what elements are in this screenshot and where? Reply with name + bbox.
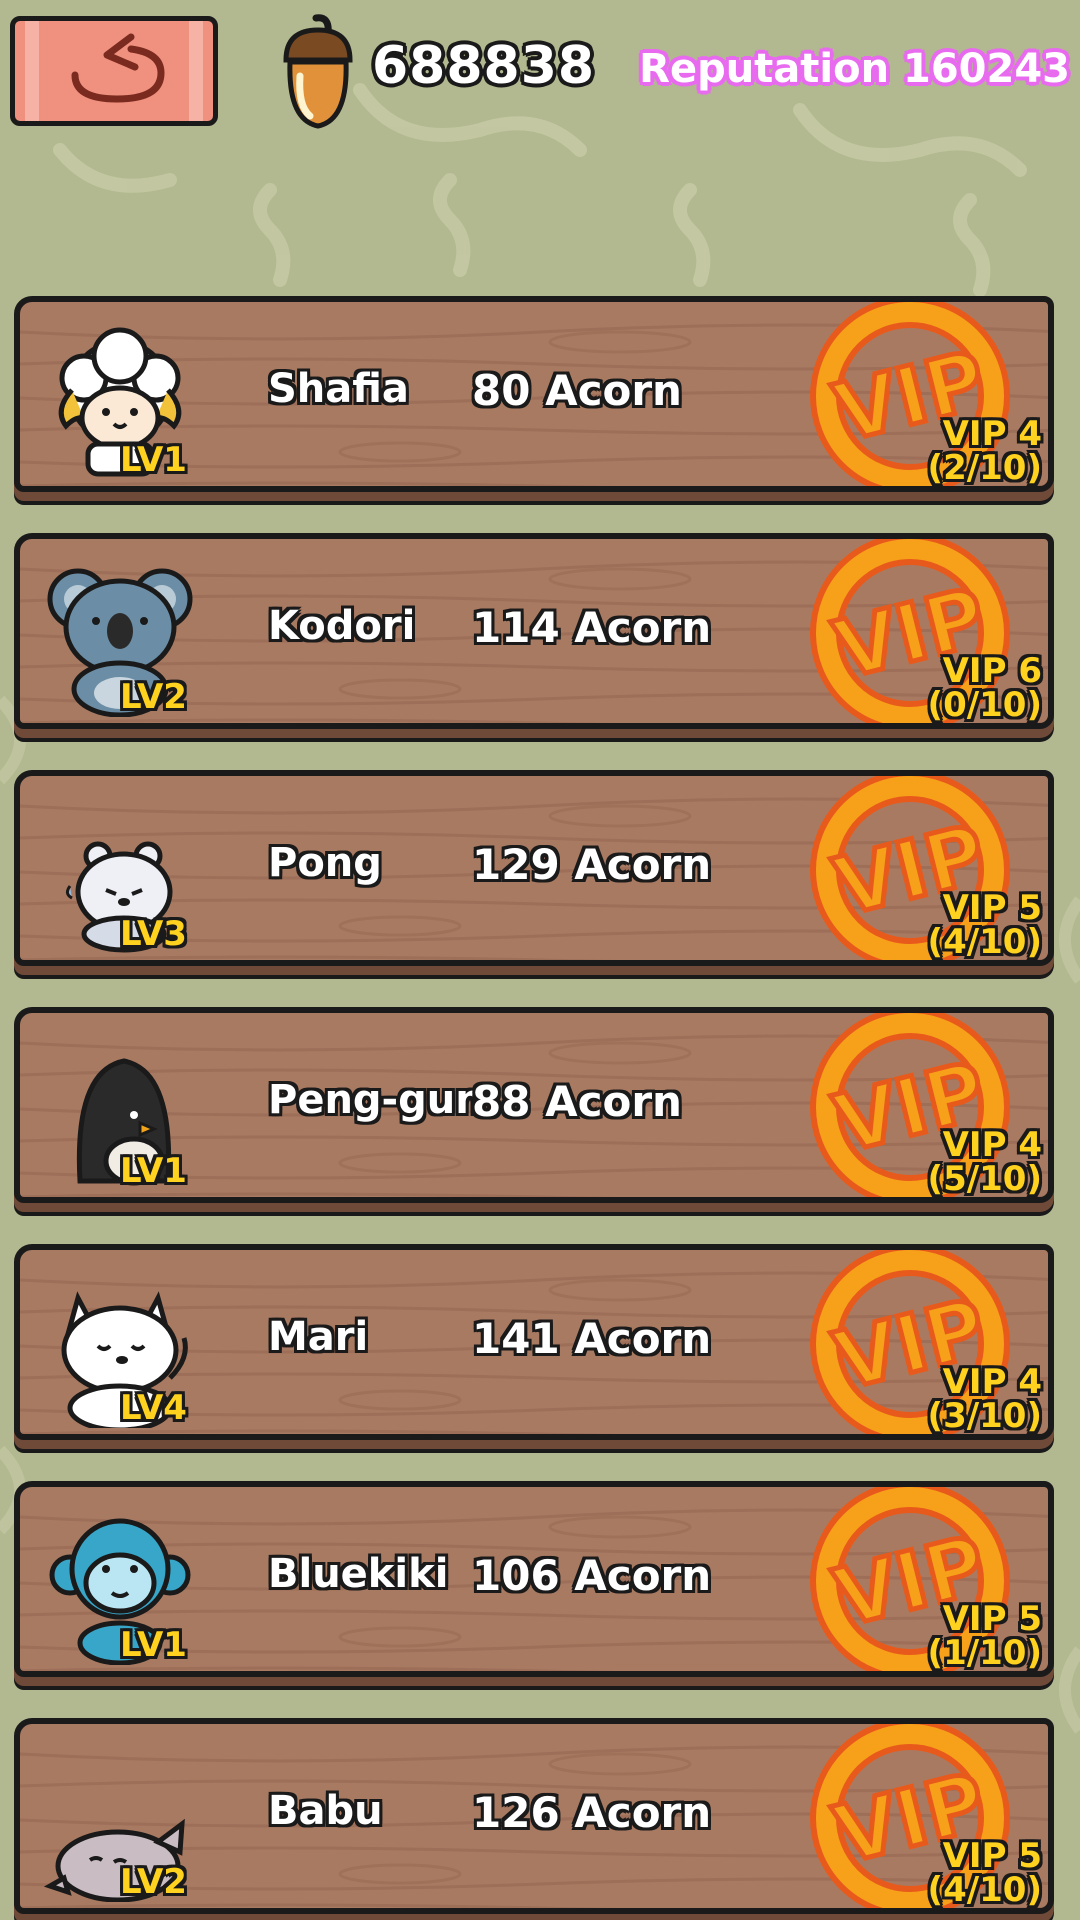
customer-name: Bluekiki xyxy=(268,1551,449,1597)
reputation-label: Reputation 160243 xyxy=(639,46,1070,92)
customer-row[interactable]: LV1 Bluekiki 106 Acorn VIP VIP 5 (1/10) xyxy=(14,1481,1054,1677)
customer-row[interactable]: LV3 Pong 129 Acorn VIP VIP 5 (4/10) xyxy=(14,770,1054,966)
customer-name: Peng-gun xyxy=(268,1077,484,1123)
button-stripe xyxy=(25,21,39,121)
customer-row[interactable]: LV1 Shafia 80 Acorn VIP VIP 4 (2/10) xyxy=(14,296,1054,492)
customer-acorn-amount: 129 Acorn xyxy=(472,840,712,889)
customer-level: LV1 xyxy=(120,1625,187,1665)
vip-progress: (2/10) xyxy=(927,448,1042,488)
customer-acorn-amount: 114 Acorn xyxy=(472,603,712,652)
customer-name: Babu xyxy=(268,1788,383,1834)
customer-row[interactable]: LV4 Mari 141 Acorn VIP VIP 4 (3/10) xyxy=(14,1244,1054,1440)
customer-row[interactable]: LV1 Peng-gun 88 Acorn VIP VIP 4 (5/10) xyxy=(14,1007,1054,1203)
customer-row[interactable]: LV2 Kodori 114 Acorn VIP VIP 6 (0/10) xyxy=(14,533,1054,729)
customer-acorn-amount: 88 Acorn xyxy=(472,1077,682,1126)
vip-progress: (5/10) xyxy=(927,1159,1042,1199)
acorn-icon xyxy=(283,14,353,129)
vip-progress: (4/10) xyxy=(927,922,1042,962)
customer-level: LV2 xyxy=(120,677,187,717)
vip-progress: (3/10) xyxy=(927,1396,1042,1436)
customer-row[interactable]: LV2 Babu 126 Acorn VIP VIP 5 (4/10) xyxy=(14,1718,1054,1914)
customer-acorn-amount: 141 Acorn xyxy=(472,1314,712,1363)
customer-name: Pong xyxy=(268,840,382,886)
customer-name: Kodori xyxy=(268,603,416,649)
customer-level: LV2 xyxy=(120,1862,187,1902)
customer-acorn-amount: 106 Acorn xyxy=(472,1551,712,1600)
customer-level: LV1 xyxy=(120,440,187,480)
customer-acorn-amount: 126 Acorn xyxy=(472,1788,712,1837)
customer-level: LV3 xyxy=(120,914,187,954)
vip-progress: (4/10) xyxy=(927,1870,1042,1910)
vip-progress: (0/10) xyxy=(927,685,1042,725)
acorn-count: 688838 xyxy=(372,36,596,96)
back-button[interactable] xyxy=(10,16,218,126)
customer-level: LV1 xyxy=(120,1151,187,1191)
vip-progress: (1/10) xyxy=(927,1633,1042,1673)
customer-level: LV4 xyxy=(120,1388,187,1428)
customer-name: Shafia xyxy=(268,366,409,412)
back-arrow-icon xyxy=(71,33,165,103)
button-stripe xyxy=(189,21,203,121)
customer-acorn-amount: 80 Acorn xyxy=(472,366,682,415)
customer-name: Mari xyxy=(268,1314,369,1360)
